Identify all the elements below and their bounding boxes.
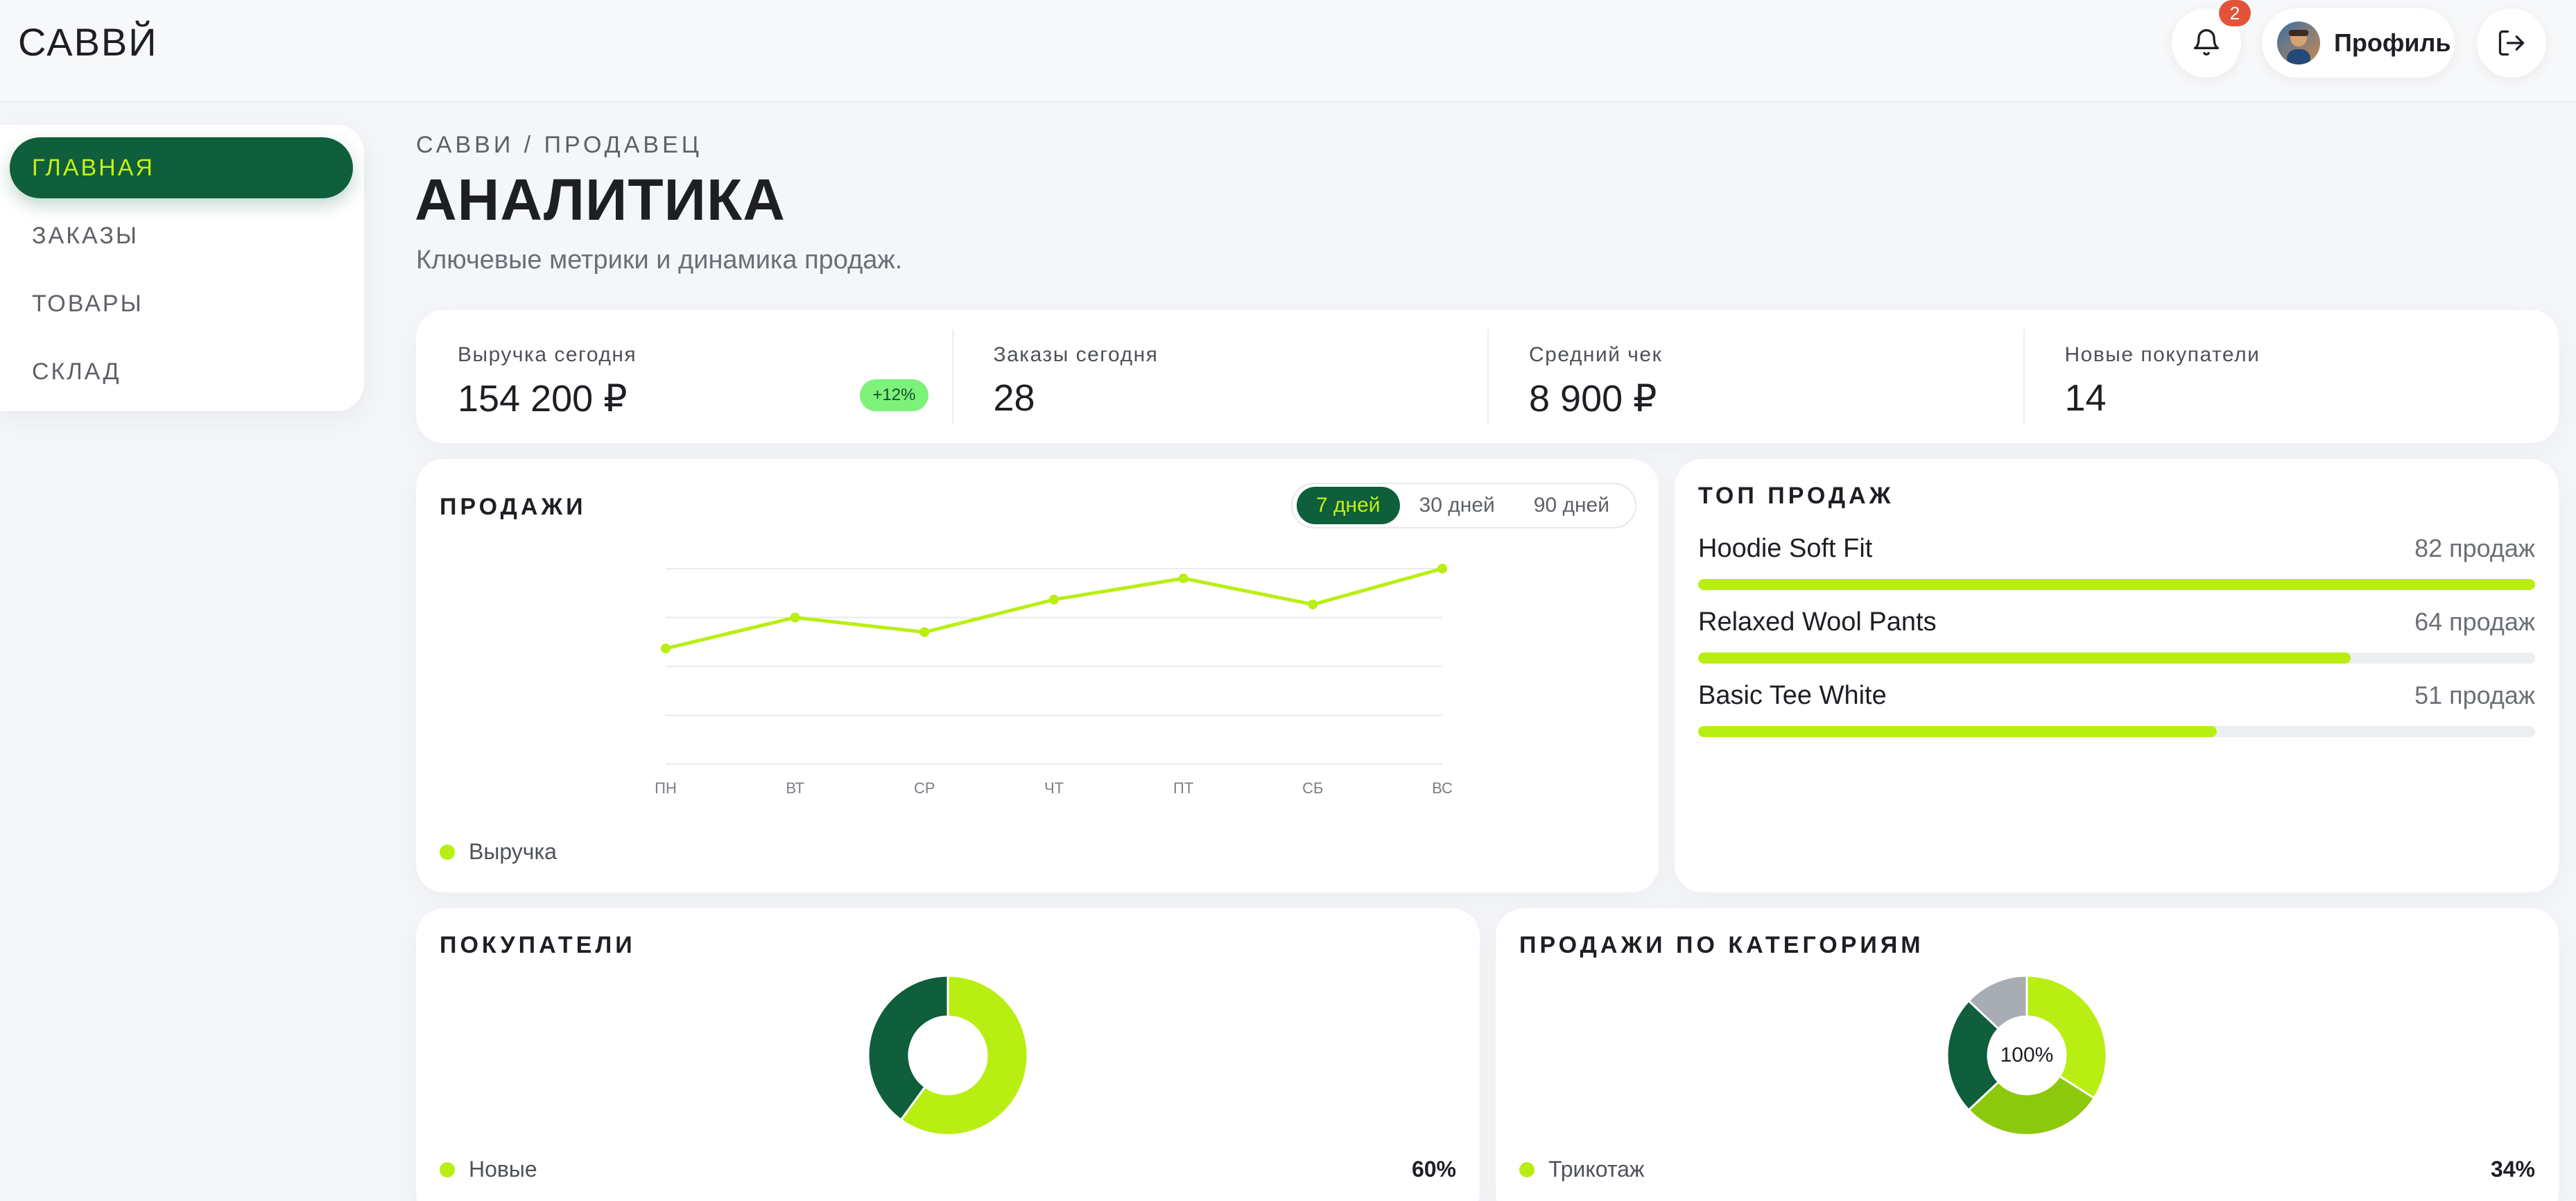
series-line [664, 567, 1444, 650]
range-90-days[interactable]: 90 дней [1514, 487, 1629, 524]
breadcrumb: САВВИ / ПРОДАВЕЦ [416, 132, 702, 158]
progress-fill [1698, 726, 2218, 737]
page-subtitle: Ключевые метрики и динамика продаж. [416, 245, 903, 275]
top-sales-card: ТОП ПРОДАЖ Hoodie Soft Fit 82 продаж Rel… [1675, 459, 2559, 892]
kpi-delta-badge: +12% [860, 379, 928, 411]
x-tick-label: ПН [655, 779, 677, 797]
kpi-label: Выручка сегодня [458, 343, 637, 366]
kpi-card: Выручка сегодня 154 200 ₽ +12% Заказы се… [416, 310, 2559, 443]
brand-logo[interactable]: САВВЙ [18, 19, 158, 64]
data-point [1049, 594, 1059, 605]
sidebar: ГЛАВНАЯ ЗАКАЗЫ ТОВАРЫ СКЛАД [0, 125, 364, 411]
sales-legend: Выручка [440, 839, 557, 865]
notification-count-badge: 2 [2219, 0, 2251, 26]
sidebar-item-home[interactable]: ГЛАВНАЯ [10, 137, 353, 198]
sidebar-item-label: СКЛАД [32, 358, 121, 385]
top-sales-item[interactable]: Basic Tee White 51 продаж [1698, 681, 2535, 737]
top-sales-title: ТОП ПРОДАЖ [1698, 483, 1894, 509]
range-30-days[interactable]: 30 дней [1400, 487, 1514, 524]
kpi-value: 28 [993, 377, 1035, 419]
legend-dot [1519, 1161, 1535, 1177]
range-7-days[interactable]: 7 дней [1297, 487, 1400, 524]
sidebar-item-label: ЗАКАЗЫ [32, 222, 139, 249]
data-point [1178, 573, 1188, 584]
legend-percent: 60% [1411, 1157, 1456, 1182]
legend-dot [440, 844, 455, 860]
profile-button[interactable]: Профиль [2262, 8, 2455, 78]
kpi-new-customers: Новые покупатели 14 [2023, 310, 2559, 443]
sidebar-item-products[interactable]: ТОВАРЫ [10, 273, 353, 334]
product-sales-count: 51 продаж [2414, 681, 2535, 709]
kpi-revenue-today: Выручка сегодня 154 200 ₽ +12% [416, 310, 952, 443]
progress-track [1698, 579, 2535, 590]
legend-label: Новые [469, 1157, 537, 1182]
range-selector: 7 дней 30 дней 90 дней [1291, 483, 1636, 528]
profile-label: Профиль [2334, 28, 2451, 57]
sales-title: ПРОДАЖИ [440, 494, 587, 520]
buyers-legend-row: Новые [440, 1157, 537, 1182]
categories-legend-row: Трикотаж [1519, 1157, 1644, 1182]
product-name: Relaxed Wool Pants [1698, 607, 1937, 637]
data-point [790, 612, 800, 623]
legend-label: Выручка [469, 839, 557, 864]
x-tick-label: СР [914, 779, 935, 797]
x-tick-label: ВТ [786, 779, 804, 797]
sidebar-item-label: ТОВАРЫ [32, 290, 144, 317]
sales-card: ПН ВТ СР ЧТ ПТ СБ ВС ПРОДАЖИ 7 дней 30 дней 90… [416, 459, 1659, 892]
legend-percent: 34% [2490, 1157, 2535, 1182]
product-sales-count: 82 продаж [2414, 534, 2535, 562]
kpi-orders-today: Заказы сегодня 28 [951, 310, 1488, 443]
x-tick-label: ВС [1432, 779, 1453, 797]
product-sales-count: 64 продаж [2414, 607, 2535, 636]
kpi-value: 14 [2064, 377, 2107, 419]
data-point [919, 627, 930, 637]
x-tick-label: ЧТ [1044, 779, 1064, 797]
legend-label: Трикотаж [1548, 1157, 1645, 1182]
kpi-label: Новые покупатели [2064, 343, 2261, 366]
donut-center-label: 100% [2000, 1044, 2054, 1066]
buyers-donut-chart [867, 974, 1029, 1137]
progress-track [1698, 726, 2535, 737]
avatar [2277, 21, 2320, 64]
product-name: Basic Tee White [1698, 681, 1887, 710]
kpi-label: Средний чек [1529, 343, 1663, 366]
top-bar: САВВЙ 2 Профиль [0, 0, 2576, 103]
logout-icon [2498, 30, 2525, 56]
sidebar-item-warehouse[interactable]: СКЛАД [10, 341, 353, 402]
data-point [661, 643, 671, 654]
progress-track [1698, 653, 2535, 664]
progress-fill [1698, 579, 2535, 590]
x-tick-label: ПТ [1173, 779, 1193, 797]
data-point [1437, 564, 1447, 573]
buyers-title: ПОКУПАТЕЛИ [440, 932, 636, 958]
categories-title: ПРОДАЖИ ПО КАТЕГОРИЯМ [1519, 932, 1924, 958]
product-name: Hoodie Soft Fit [1698, 534, 1873, 563]
top-sales-item[interactable]: Hoodie Soft Fit 82 продаж [1698, 534, 2535, 590]
sidebar-item-orders[interactable]: ЗАКАЗЫ [10, 205, 353, 266]
bell-icon [2193, 29, 2220, 55]
top-sales-item[interactable]: Relaxed Wool Pants 64 продаж [1698, 607, 2535, 664]
page-title: АНАЛИТИКА [415, 167, 786, 232]
x-tick-label: СБ [1302, 779, 1323, 797]
sidebar-item-label: ГЛАВНАЯ [32, 154, 155, 181]
logout-button[interactable] [2477, 8, 2546, 78]
sales-by-category-card: ПРОДАЖИ ПО КАТЕГОРИЯМ 100% Трикотаж 34% [1496, 908, 2559, 1201]
kpi-label: Заказы сегодня [993, 343, 1159, 366]
kpi-value: 8 900 ₽ [1529, 378, 1657, 420]
legend-dot [440, 1161, 455, 1177]
buyers-card: ПОКУПАТЕЛИ Новые 60% [416, 908, 1480, 1201]
progress-fill [1698, 653, 2351, 664]
data-point [1308, 599, 1318, 610]
kpi-average-check: Средний чек 8 900 ₽ [1487, 310, 2023, 443]
